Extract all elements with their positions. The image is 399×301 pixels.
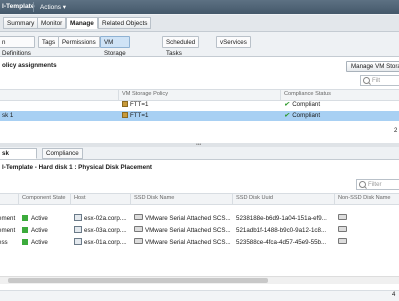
disk-icon xyxy=(134,226,143,232)
placement-title: l-Template - Hard disk 1 : Physical Disk… xyxy=(2,164,153,171)
storage-policy-icon xyxy=(122,101,128,107)
placement-table-header: Component State Host SSD Disk Name SSD D… xyxy=(0,193,399,205)
column-header-component-state[interactable]: Component State xyxy=(22,194,66,203)
disk-icon xyxy=(134,214,143,220)
active-status-icon xyxy=(22,239,28,245)
column-header-ssd-disk-uuid[interactable]: SSD Disk Uuid xyxy=(236,194,273,203)
column-header-non-ssd-disk-name[interactable]: Non-SSD Disk Name xyxy=(338,194,391,203)
table-row[interactable]: ess Active esx-01a.corp.... VMware Seria… xyxy=(0,238,399,248)
top-tab-bar: Summary Monitor Manage Related Objects xyxy=(0,15,399,32)
table-row[interactable]: ement Active esx-03a.corp.... VMware Ser… xyxy=(0,226,399,236)
scrollbar-thumb[interactable] xyxy=(8,278,268,283)
table-row-selected[interactable]: sk 1 FTT=1 ✔ Compliant xyxy=(0,111,399,121)
table-footer: 4 xyxy=(0,290,399,301)
subtab-vm-storage-policies[interactable]: VM Storage Policies xyxy=(100,36,130,68)
host-icon xyxy=(74,226,82,233)
disk-icon xyxy=(338,226,347,232)
subtab-permissions[interactable]: Permissions xyxy=(58,36,100,48)
storage-policy-icon xyxy=(122,112,128,118)
filter-input[interactable]: Filt xyxy=(360,75,399,86)
filter-placeholder: Filter xyxy=(368,181,382,188)
tab-compliance-failures[interactable]: Compliance Failures xyxy=(42,148,83,167)
compliant-check-icon: ✔ xyxy=(284,112,290,119)
lower-filter-input[interactable]: Filter xyxy=(356,179,399,190)
tab-disk-placement[interactable]: sk Placement xyxy=(0,148,37,167)
manage-vm-storage-policies-button[interactable]: Manage VM Storag xyxy=(346,61,399,72)
column-header-policy[interactable]: VM Storage Policy xyxy=(122,90,168,99)
section-title: olicy assignments xyxy=(2,62,57,69)
search-icon xyxy=(359,181,366,188)
item-count: 2 xyxy=(394,128,398,134)
splitter-grip-icon: ••• xyxy=(196,142,202,148)
subtab-definitions[interactable]: n Definitions xyxy=(0,36,35,57)
title-separator xyxy=(33,2,34,12)
table-row[interactable]: FTT=1 ✔ Compliant xyxy=(0,100,399,110)
tab-summary[interactable]: Summary xyxy=(3,17,39,29)
actions-menu[interactable]: Actions ▾ xyxy=(40,3,66,11)
subtab-scheduled-tasks[interactable]: Scheduled Tasks xyxy=(162,36,200,57)
active-status-icon xyxy=(22,215,28,221)
panel-splitter[interactable]: ••• xyxy=(0,142,399,148)
title-bar: l-Template Actions ▾ xyxy=(0,0,399,14)
disk-icon xyxy=(338,214,347,220)
subtab-vservices[interactable]: vServices xyxy=(216,36,251,48)
host-icon xyxy=(74,238,82,245)
disk-icon xyxy=(134,238,143,244)
tab-manage[interactable]: Manage xyxy=(66,17,98,29)
horizontal-scrollbar[interactable] xyxy=(0,276,399,284)
column-header-host[interactable]: Host xyxy=(74,194,86,203)
column-header-status[interactable]: Compliance Status xyxy=(284,90,331,99)
disk-icon xyxy=(338,238,347,244)
compliant-check-icon: ✔ xyxy=(284,101,290,108)
item-count: 4 xyxy=(392,292,396,298)
window-title: l-Template xyxy=(2,3,35,10)
table-row[interactable]: ement Active esx-02a.corp.... VMware Ser… xyxy=(0,214,399,224)
search-icon xyxy=(363,77,370,84)
host-icon xyxy=(74,214,82,221)
tab-related-objects[interactable]: Related Objects xyxy=(98,17,152,29)
subtab-tags[interactable]: Tags xyxy=(38,36,60,48)
tab-monitor[interactable]: Monitor xyxy=(37,17,67,29)
active-status-icon xyxy=(22,227,28,233)
column-header-ssd-disk-name[interactable]: SSD Disk Name xyxy=(134,194,174,203)
policy-assignments-panel: olicy assignments Manage VM Storag Filt … xyxy=(0,56,399,144)
filter-placeholder: Filt xyxy=(372,77,381,84)
